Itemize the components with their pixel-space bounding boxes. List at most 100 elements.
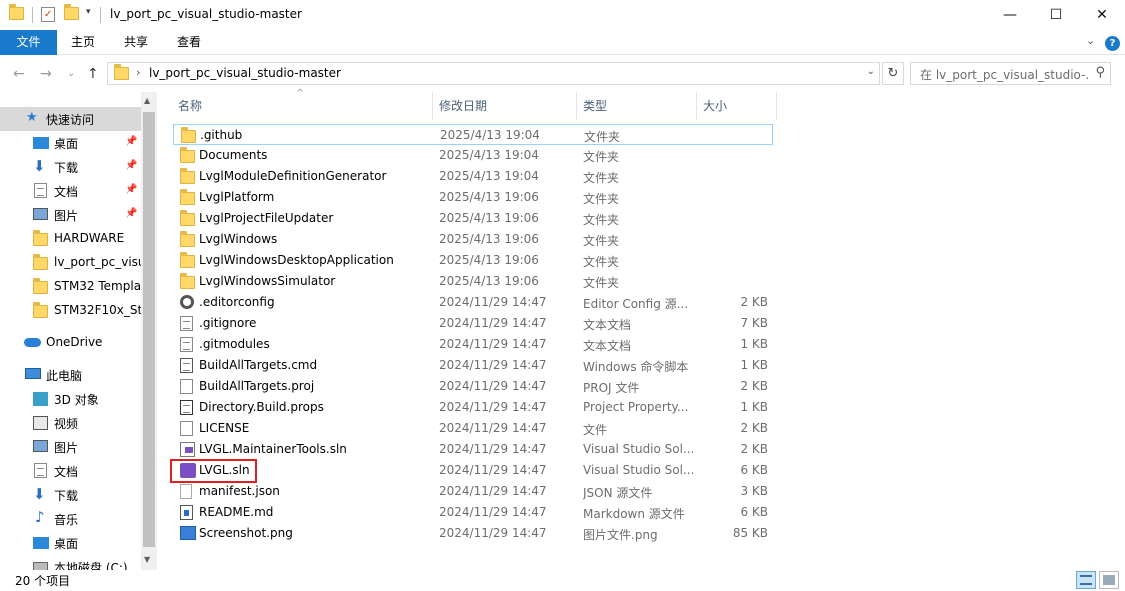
file-row[interactable]: Screenshot.png 2024/11/29 14:47 图片文件.png 85… bbox=[173, 523, 773, 544]
properties-icon[interactable]: ✓ bbox=[41, 7, 55, 22]
file-name[interactable]: .editorconfig bbox=[199, 295, 275, 309]
column-divider[interactable] bbox=[696, 92, 697, 120]
column-header-type[interactable]: 类型 bbox=[583, 92, 607, 120]
file-name[interactable]: Documents bbox=[199, 148, 267, 162]
sidebar-item-lv-port[interactable]: lv_port_pc_visu bbox=[0, 251, 146, 275]
file-name[interactable]: BuildAllTargets.proj bbox=[199, 379, 314, 393]
sidebar-item-documents-pc[interactable]: 文档 bbox=[0, 459, 141, 483]
close-button[interactable]: ✕ bbox=[1079, 0, 1125, 30]
sidebar-item-desktop-pc[interactable]: 桌面 bbox=[0, 531, 141, 555]
sidebar-item-stm32f10x[interactable]: STM32F10x_Std bbox=[0, 299, 150, 323]
file-name[interactable]: LvglModuleDefinitionGenerator bbox=[199, 169, 386, 183]
file-name[interactable]: LVGL.MaintainerTools.sln bbox=[199, 442, 347, 456]
computer-icon bbox=[25, 368, 41, 379]
file-row[interactable]: BuildAllTargets.proj 2024/11/29 14:47 PROJ… bbox=[173, 376, 773, 397]
help-icon[interactable]: ? bbox=[1105, 36, 1120, 51]
file-name[interactable]: LvglProjectFileUpdater bbox=[199, 211, 333, 225]
sidebar-item-stm32-template[interactable]: STM32 Templa bbox=[0, 275, 141, 299]
file-row[interactable]: LvglPlatform 2025/4/13 19:06 文件夹 bbox=[173, 187, 773, 208]
sidebar-item-onedrive[interactable]: OneDrive bbox=[0, 331, 141, 355]
customize-toolbar-icon[interactable]: ▾ bbox=[86, 7, 91, 17]
file-row[interactable]: LvglWindowsDesktopApplication 2025/4/13 1… bbox=[173, 250, 773, 271]
expand-ribbon-icon[interactable]: ⌄ bbox=[1086, 34, 1095, 47]
sidebar-item-pictures[interactable]: 图片 📌 bbox=[0, 203, 141, 227]
file-name[interactable]: .github bbox=[200, 128, 242, 142]
recent-locations-button[interactable]: ⌄ bbox=[67, 68, 75, 79]
file-row[interactable]: README.md 2024/11/29 14:47 Markdown 源文件 6 K… bbox=[173, 502, 773, 523]
column-header-name[interactable]: 名称 bbox=[178, 92, 202, 120]
column-header-size[interactable]: 大小 bbox=[703, 92, 727, 120]
sidebar-item-quick-access[interactable]: ★ 快速访问 bbox=[0, 107, 141, 131]
file-row[interactable]: Documents 2025/4/13 19:04 文件夹 bbox=[173, 145, 773, 166]
tab-view[interactable]: 查看 bbox=[164, 30, 214, 55]
file-name[interactable]: LvglWindowsSimulator bbox=[199, 274, 335, 288]
sidebar-item-local-disk[interactable]: 本地磁盘 (C:) bbox=[0, 555, 141, 570]
details-view-button[interactable] bbox=[1076, 571, 1096, 589]
maximize-button[interactable]: ☐ bbox=[1033, 0, 1079, 30]
column-divider[interactable] bbox=[432, 92, 433, 120]
sidebar-item-this-pc[interactable]: 此电脑 bbox=[0, 363, 141, 387]
pin-icon: 📌 bbox=[125, 208, 138, 219]
file-row[interactable]: Directory.Build.props 2024/11/29 14:47 Pro… bbox=[173, 397, 773, 418]
file-name[interactable]: LvglPlatform bbox=[199, 190, 274, 204]
file-row[interactable]: LVGL.MaintainerTools.sln 2024/11/29 14:47… bbox=[173, 439, 773, 460]
sidebar-item-videos[interactable]: 视频 bbox=[0, 411, 141, 435]
chevron-down-icon[interactable]: ⌄ bbox=[867, 66, 875, 77]
chevron-right-icon[interactable]: › bbox=[136, 66, 140, 79]
column-divider[interactable] bbox=[576, 92, 577, 120]
scrollbar-thumb[interactable] bbox=[143, 112, 155, 547]
sidebar-item-music[interactable]: ♪ 音乐 bbox=[0, 507, 141, 531]
sidebar-item-pictures-pc[interactable]: 图片 bbox=[0, 435, 141, 459]
forward-button[interactable]: → bbox=[40, 66, 52, 82]
tab-file[interactable]: 文件 bbox=[0, 30, 57, 55]
search-icon[interactable]: ⚲ bbox=[1095, 65, 1105, 80]
file-row[interactable]: LvglModuleDefinitionGenerator 2025/4/13 1… bbox=[173, 166, 773, 187]
up-button[interactable]: ↑ bbox=[87, 66, 99, 82]
column-divider[interactable] bbox=[776, 92, 777, 120]
file-name[interactable]: LvglWindowsDesktopApplication bbox=[199, 253, 394, 267]
file-row[interactable]: manifest.json 2024/11/29 14:47 JSON 源文件 3 K… bbox=[173, 481, 773, 502]
file-name[interactable]: .gitmodules bbox=[199, 337, 270, 351]
file-name[interactable]: LvglWindows bbox=[199, 232, 277, 246]
file-row[interactable]: LvglProjectFileUpdater 2025/4/13 19:06 文件夹 bbox=[173, 208, 773, 229]
minimize-button[interactable]: — bbox=[987, 0, 1033, 30]
file-row[interactable]: LvglWindowsSimulator 2025/4/13 19:06 文件夹 bbox=[173, 271, 773, 292]
sidebar-item-desktop[interactable]: 桌面 📌 bbox=[0, 131, 141, 155]
sidebar-item-downloads-pc[interactable]: ⬇ 下载 bbox=[0, 483, 141, 507]
sidebar-item-downloads[interactable]: ⬇ 下载 📌 bbox=[0, 155, 141, 179]
file-name[interactable]: Screenshot.png bbox=[199, 526, 293, 540]
sidebar-item-label: 快速访问 bbox=[46, 113, 95, 127]
folder-icon bbox=[180, 273, 195, 289]
file-name[interactable]: manifest.json bbox=[199, 484, 280, 498]
sidebar-item-3d-objects[interactable]: 3D 对象 bbox=[0, 387, 141, 411]
file-name[interactable]: .gitignore bbox=[199, 316, 256, 330]
file-row[interactable]: LICENSE 2024/11/29 14:47 文件 2 KB bbox=[173, 418, 773, 439]
new-folder-icon[interactable] bbox=[64, 4, 79, 20]
refresh-button[interactable]: ↻ bbox=[882, 62, 904, 85]
file-row[interactable]: .gitmodules 2024/11/29 14:47 文本文档 1 KB bbox=[173, 334, 773, 355]
file-name[interactable]: Directory.Build.props bbox=[199, 400, 324, 414]
search-input[interactable]: 在 lv_port_pc_visual_studio-... ⚲ bbox=[910, 62, 1111, 85]
scroll-down-icon[interactable]: ▼ bbox=[144, 555, 150, 564]
file-name[interactable]: LICENSE bbox=[199, 421, 249, 435]
address-path[interactable]: lv_port_pc_visual_studio-master bbox=[149, 66, 341, 80]
file-row[interactable]: .github 2025/4/13 19:04 文件夹 bbox=[173, 124, 773, 145]
column-header-date[interactable]: 修改日期 bbox=[439, 92, 487, 120]
address-bar[interactable]: › lv_port_pc_visual_studio-master ⌄ bbox=[107, 62, 880, 85]
scroll-up-icon[interactable]: ▲ bbox=[144, 96, 150, 105]
sidebar-item-hardware[interactable]: HARDWARE bbox=[0, 227, 141, 251]
tab-home[interactable]: 主页 bbox=[58, 30, 108, 55]
file-row[interactable]: LVGL.sln 2024/11/29 14:47 Visual Studio So… bbox=[173, 460, 773, 481]
back-button[interactable]: ← bbox=[13, 66, 25, 82]
tab-share[interactable]: 共享 bbox=[111, 30, 161, 55]
sidebar-item-documents[interactable]: 文档 📌 bbox=[0, 179, 141, 203]
file-row[interactable]: LvglWindows 2025/4/13 19:06 文件夹 bbox=[173, 229, 773, 250]
file-row[interactable]: .editorconfig 2024/11/29 14:47 Editor Conf… bbox=[173, 292, 773, 313]
sidebar-scrollbar[interactable]: ▲ ▼ bbox=[141, 92, 157, 570]
file-row[interactable]: .gitignore 2024/11/29 14:47 文本文档 7 KB bbox=[173, 313, 773, 334]
file-name[interactable]: README.md bbox=[199, 505, 273, 519]
sidebar-item-label: 文档 bbox=[54, 185, 79, 199]
file-name[interactable]: BuildAllTargets.cmd bbox=[199, 358, 317, 372]
large-icons-view-button[interactable] bbox=[1099, 571, 1119, 589]
file-row[interactable]: BuildAllTargets.cmd 2024/11/29 14:47 Windo… bbox=[173, 355, 773, 376]
